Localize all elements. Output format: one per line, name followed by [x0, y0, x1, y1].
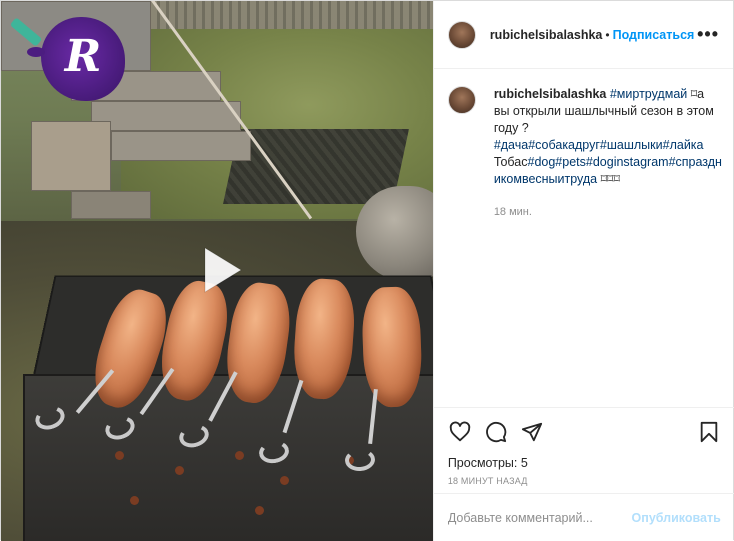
logo-letter: R [64, 31, 102, 82]
views-count[interactable]: Просмотры: 5 [448, 456, 721, 470]
paper-plane-icon[interactable] [520, 420, 544, 444]
meat-skewer [360, 286, 424, 408]
caption-body: rubichelsibalashka #миртрудмай ⌑а вы отк… [494, 86, 723, 221]
caption-text: Тобас [493, 155, 528, 169]
post-video[interactable]: R [1, 1, 433, 541]
barbecue-grill [23, 269, 433, 541]
comment-form: Опубликовать [433, 493, 734, 541]
action-bar: Просмотры: 5 18 минут назад [433, 407, 734, 486]
bookmark-icon[interactable] [697, 420, 721, 444]
views-label: Просмотры: [447, 456, 518, 470]
hashtag-link[interactable]: #дача#собакадруг#шашлыки#лайка [494, 138, 704, 152]
avatar[interactable] [447, 20, 476, 49]
header-username[interactable]: rubichelsibalashka [490, 28, 603, 42]
caption-time: 18 мин. [493, 206, 532, 218]
caption-avatar[interactable] [447, 86, 476, 114]
channel-logo: R [27, 17, 125, 101]
post-timestamp: 18 минут назад [447, 476, 528, 486]
post-header: rubichelsibalashka • Подписаться ••• [433, 1, 733, 69]
heart-icon[interactable] [448, 420, 472, 444]
play-icon[interactable] [191, 242, 247, 298]
more-options-icon[interactable]: ••• [697, 24, 719, 45]
comment-icon[interactable] [484, 420, 508, 444]
caption-text: ⌑⌑⌑ [597, 172, 620, 186]
instagram-post: R rubichelsibalashka • Подписаться ••• r… [0, 0, 734, 541]
comment-input[interactable] [447, 510, 632, 525]
hashtag-link[interactable]: #миртрудмай [610, 87, 687, 101]
dot-separator: • [605, 27, 610, 42]
post-sidebar: rubichelsibalashka • Подписаться ••• rub… [432, 1, 734, 541]
publish-button[interactable]: Опубликовать [632, 511, 721, 525]
views-number: 5 [520, 456, 528, 470]
caption-username[interactable]: rubichelsibalashka [494, 87, 607, 101]
follow-button[interactable]: Подписаться [613, 28, 695, 42]
caption: rubichelsibalashka #миртрудмай ⌑а вы отк… [447, 86, 723, 221]
